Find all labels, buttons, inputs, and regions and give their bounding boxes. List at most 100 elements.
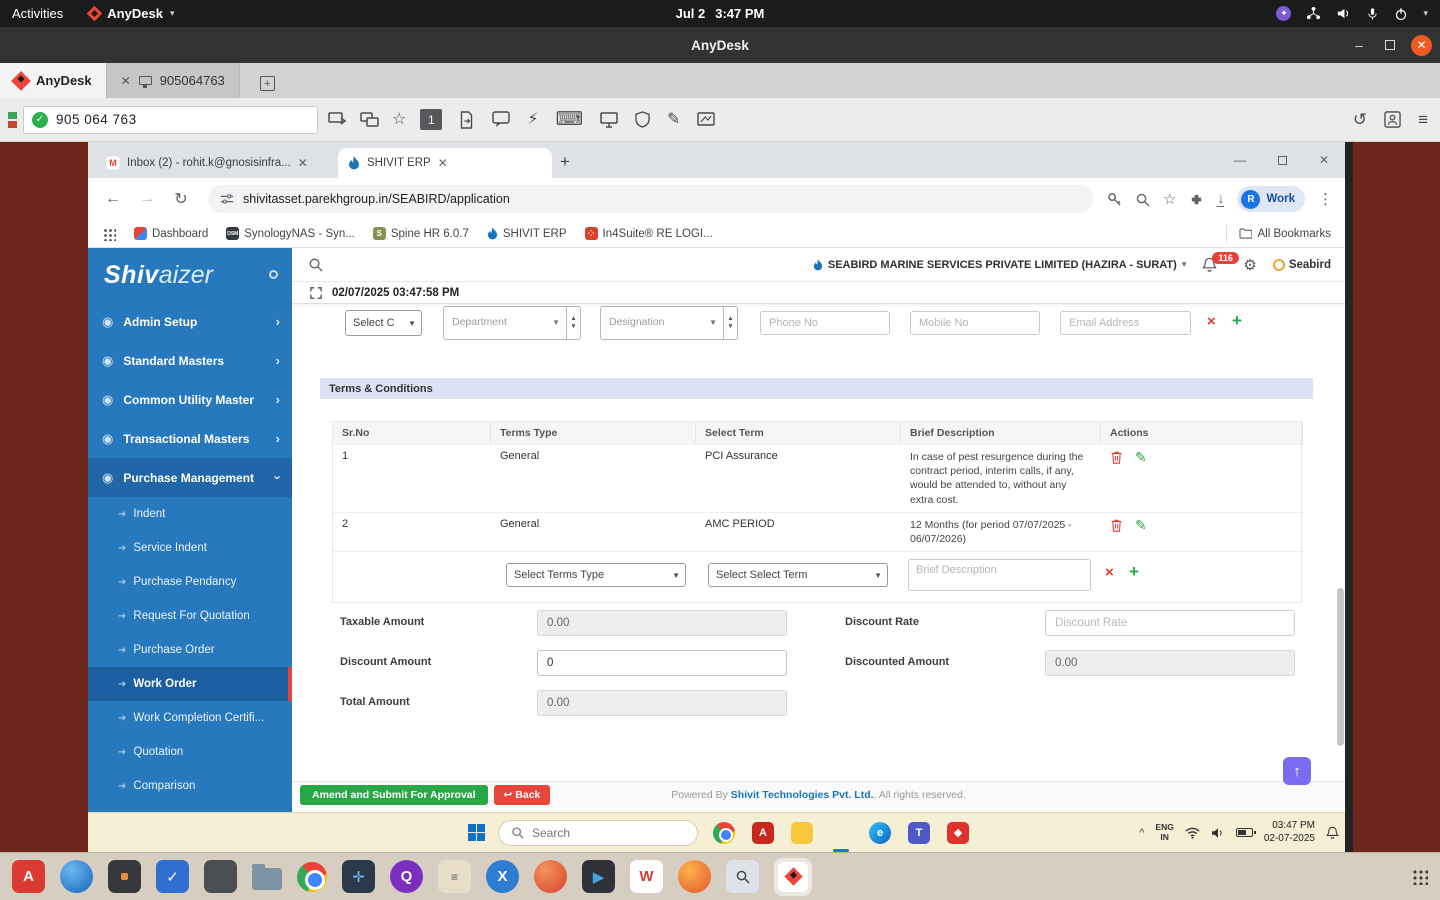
- maximize-button[interactable]: [1385, 40, 1395, 50]
- dock-wps-icon[interactable]: W: [630, 860, 663, 893]
- sidebar-item-quotation[interactable]: ➜ Quotation: [88, 735, 292, 769]
- discount-amount-input[interactable]: [537, 650, 787, 676]
- dock-files-icon[interactable]: [252, 864, 282, 890]
- anydesk-view-scrollbar[interactable]: [1345, 142, 1353, 852]
- tray-expand-icon[interactable]: ^: [1139, 827, 1144, 839]
- notifications-button[interactable]: 116: [1202, 251, 1239, 273]
- browser-menu-icon[interactable]: ⋮: [1318, 190, 1333, 208]
- favorite-star-icon[interactable]: ☆: [392, 111, 406, 128]
- tab-session-905064763[interactable]: ✕ 905064763: [105, 63, 240, 98]
- bookmark-in4suite[interactable]: ⁘ In4Suite® RE LOGI...: [584, 227, 713, 240]
- language-indicator[interactable]: ENG IN: [1155, 822, 1173, 843]
- dock-terminal-icon[interactable]: [108, 860, 141, 893]
- downloads-icon[interactable]: ↓: [1217, 191, 1225, 207]
- taskbar-app-chrome-icon[interactable]: [828, 820, 854, 852]
- all-bookmarks-button[interactable]: All Bookmarks: [1225, 224, 1331, 243]
- chrome-maximize-button[interactable]: [1261, 142, 1303, 178]
- department-combo[interactable]: Department ▼ ▲ ▼: [443, 306, 581, 340]
- screens-icon[interactable]: [360, 111, 380, 128]
- battery-icon[interactable]: [1235, 828, 1256, 837]
- sidebar-item-transactional-masters[interactable]: ◉ Transactional Masters ›: [88, 419, 292, 458]
- bookmark-synology[interactable]: DSM SynologyNAS - Syn...: [226, 227, 355, 240]
- history-icon[interactable]: ↺: [1353, 110, 1367, 130]
- draw-pencil-icon[interactable]: ✎: [667, 111, 680, 128]
- sidebar-item-purchase-management[interactable]: ◉ Purchase Management ›: [88, 458, 292, 497]
- forward-icon[interactable]: →: [134, 190, 160, 208]
- speaker-icon[interactable]: [1336, 6, 1351, 21]
- new-tab-button[interactable]: +: [560, 152, 570, 172]
- sidebar-item-purchase-order[interactable]: ➜ Purchase Order: [88, 633, 292, 667]
- dock-screenshot-icon[interactable]: ✛: [342, 860, 375, 893]
- amend-submit-button[interactable]: Amend and Submit For Approval: [300, 785, 488, 805]
- brief-description-textarea[interactable]: [908, 559, 1091, 592]
- network-tree-icon[interactable]: [1306, 6, 1321, 21]
- wifi-icon[interactable]: [1185, 827, 1200, 839]
- sidebar-toggle-icon[interactable]: [269, 270, 278, 279]
- dock-anydesk-active[interactable]: [774, 857, 812, 896]
- taskbar-app-edge-icon[interactable]: e: [867, 820, 893, 846]
- address-book-icon[interactable]: [1384, 111, 1401, 128]
- dock-docs-icon[interactable]: ≡: [438, 860, 471, 893]
- password-key-icon[interactable]: [1107, 192, 1122, 207]
- powered-link[interactable]: Shivit Technologies Pvt. Ltd.: [731, 789, 874, 801]
- taskbar-app-explorer-icon[interactable]: [789, 820, 815, 846]
- mobile-no-input[interactable]: [910, 311, 1040, 335]
- browser-tab-shivit-erp[interactable]: SHIVIT ERP ✕: [338, 148, 552, 178]
- add-terms-row-icon[interactable]: +: [1129, 563, 1139, 580]
- power-icon[interactable]: [1394, 7, 1408, 21]
- volume-icon[interactable]: [1211, 827, 1225, 839]
- sidebar-item-comparison[interactable]: ➜ Comparison: [88, 769, 292, 803]
- dock-media-app-icon[interactable]: ▶: [582, 860, 615, 893]
- dock-app-a-icon[interactable]: A: [12, 860, 45, 893]
- close-tab-icon[interactable]: ✕: [298, 156, 308, 170]
- remove-contact-row-icon[interactable]: ×: [1207, 314, 1216, 329]
- close-button[interactable]: ✕: [1411, 34, 1432, 56]
- select-select-term-dropdown[interactable]: Select Select Term ▼: [708, 563, 888, 588]
- monitor-icon[interactable]: [600, 111, 618, 128]
- close-tab-icon[interactable]: ✕: [438, 156, 448, 170]
- sidebar-item-admin-setup[interactable]: ◉ Admin Setup ›: [88, 302, 292, 341]
- bookmark-star-icon[interactable]: ☆: [1163, 190, 1176, 208]
- chrome-minimize-button[interactable]: —: [1219, 142, 1261, 178]
- user-menu[interactable]: Seabird: [1272, 258, 1331, 271]
- browser-tab-gmail[interactable]: M Inbox (2) - rohit.k@gnosisinfra... ✕: [96, 148, 338, 178]
- site-settings-icon[interactable]: [220, 192, 234, 206]
- dock-dark-app-icon[interactable]: [204, 860, 237, 893]
- notifications-bell-icon[interactable]: [1326, 826, 1339, 840]
- zoom-icon[interactable]: [1135, 192, 1150, 207]
- start-button[interactable]: [468, 824, 485, 841]
- edit-pencil-icon[interactable]: ✎: [1135, 450, 1147, 464]
- profile-chip[interactable]: R Work: [1237, 186, 1305, 212]
- chrome-close-button[interactable]: ✕: [1303, 142, 1345, 178]
- close-session-tab-icon[interactable]: ✕: [121, 74, 131, 88]
- chat-icon[interactable]: [492, 111, 511, 128]
- taskbar-app-anydesk-icon[interactable]: ◆: [945, 820, 971, 846]
- taskbar-app-teams-icon[interactable]: T: [906, 820, 932, 846]
- file-transfer-icon[interactable]: [458, 110, 475, 129]
- company-selector[interactable]: SEABIRD MARINE SERVICES PRIVATE LIMITED …: [813, 259, 1186, 271]
- sidebar-item-request-for-quotation[interactable]: ➜ Request For Quotation: [88, 599, 292, 633]
- extensions-icon[interactable]: [1189, 192, 1204, 207]
- bookmark-dashboard[interactable]: Dashboard: [134, 227, 208, 240]
- bookmark-spine-hr[interactable]: S Spine HR 6.0.7: [372, 227, 469, 240]
- scroll-to-top-button[interactable]: ↑: [1283, 757, 1311, 785]
- discount-rate-input[interactable]: [1045, 610, 1295, 636]
- dock-orange-app-icon[interactable]: [534, 860, 567, 893]
- spinner-control[interactable]: ▲ ▼: [566, 307, 580, 339]
- designation-combo[interactable]: Designation ▼ ▲ ▼: [600, 306, 738, 340]
- permissions-shield-icon[interactable]: [635, 111, 650, 128]
- add-contact-row-icon[interactable]: +: [1232, 312, 1242, 329]
- tab-anydesk-home[interactable]: AnyDesk: [0, 63, 106, 98]
- fullscreen-icon[interactable]: [310, 286, 322, 299]
- search-icon[interactable]: [308, 257, 323, 272]
- dock-check-app-icon[interactable]: ✓: [156, 860, 189, 893]
- erp-logo[interactable]: Shiv aizer: [88, 248, 292, 302]
- address-bar[interactable]: shivitasset.parekhgroup.in/SEABIRD/appli…: [208, 185, 1093, 213]
- dock-chrome-icon[interactable]: [297, 861, 327, 892]
- sidebar-item-service-indent[interactable]: ➜ Service Indent: [88, 531, 292, 565]
- sidebar-item-work-completion-certificate[interactable]: ➜ Work Completion Certifi...: [88, 701, 292, 735]
- delete-trash-icon[interactable]: [1110, 450, 1123, 465]
- settings-gear-icon[interactable]: ⚙: [1243, 256, 1256, 274]
- clock[interactable]: Jul 2 3:47 PM: [676, 6, 765, 21]
- spinner-control[interactable]: ▲ ▼: [723, 307, 737, 339]
